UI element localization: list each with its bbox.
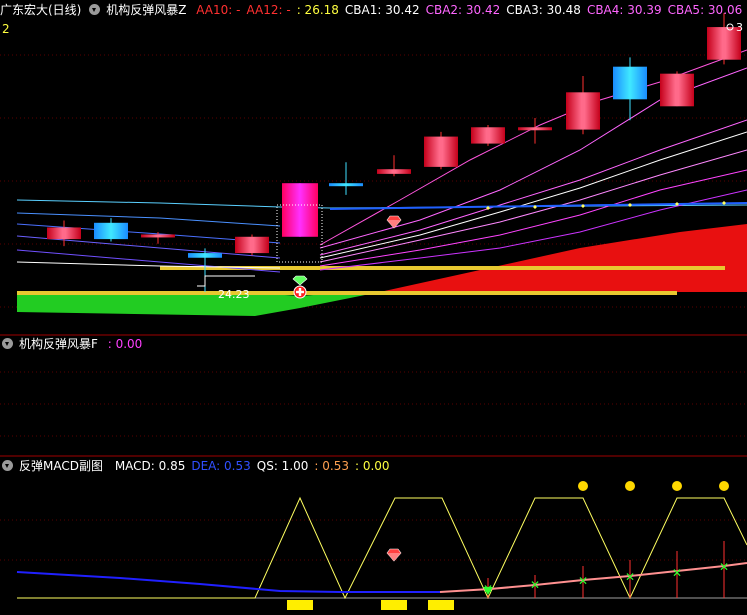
candle-body[interactable]: [424, 136, 458, 167]
diamond-signal-icon: [386, 548, 402, 562]
yellow-dot: [672, 481, 682, 491]
cross-marker: ✕: [578, 574, 588, 588]
yellow-dot-markers: [578, 481, 729, 491]
green-gem-icon: [292, 275, 308, 286]
candle-body[interactable]: [613, 66, 647, 100]
candle-body[interactable]: [188, 253, 222, 258]
qs-zigzag-line: [17, 496, 747, 600]
dea-line: [16, 571, 440, 593]
yellow-bar: [381, 600, 407, 610]
yellow-dot: [625, 481, 635, 491]
yellow-signal-bars: [287, 600, 454, 610]
cross-marker: ✕: [672, 566, 682, 580]
cross-marker: ✕: [530, 578, 540, 592]
low-price-label: 24.23: [218, 288, 250, 301]
candle-body[interactable]: [282, 183, 318, 237]
yellow-bar: [428, 600, 454, 610]
candle-body[interactable]: [660, 73, 694, 107]
candle-body[interactable]: [471, 127, 505, 144]
candle-body[interactable]: [377, 169, 411, 174]
yellow-dot: [578, 481, 588, 491]
candle-body[interactable]: [566, 92, 600, 130]
yellow-dot: [719, 481, 729, 491]
cross-marker: ✕: [625, 570, 635, 584]
cross-marker: ✕: [719, 560, 729, 574]
candle-body[interactable]: [235, 236, 269, 254]
candle-body[interactable]: [329, 183, 363, 187]
chart-canvas[interactable]: 24.23 3 ✕✕✕✕✕✕: [0, 0, 747, 615]
low-price-pointer: [197, 275, 255, 287]
candle-body[interactable]: [141, 234, 175, 238]
candle-body[interactable]: [47, 227, 81, 240]
yellow-bar: [287, 600, 313, 610]
candle-body[interactable]: [94, 222, 128, 240]
corner-right-label: 3: [736, 21, 743, 34]
diamond-marker: [628, 203, 632, 207]
red-trend-area: [380, 224, 747, 292]
candle-body[interactable]: [518, 127, 552, 131]
diamond-marker: [722, 201, 726, 205]
buy-plus-icon: [293, 285, 307, 299]
